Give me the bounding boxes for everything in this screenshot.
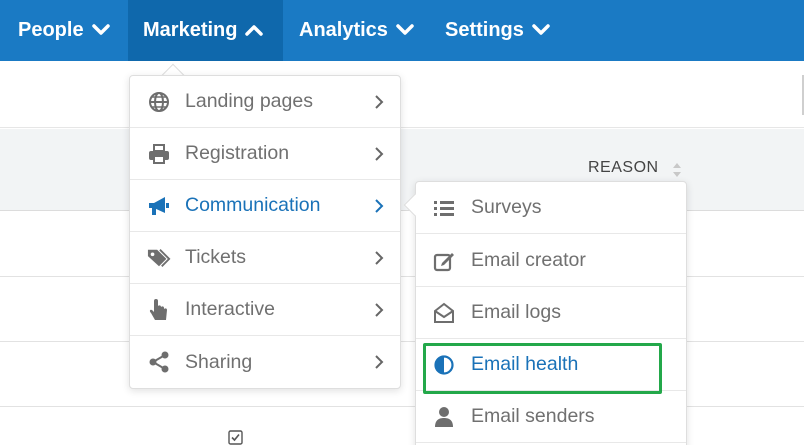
nav-settings[interactable]: Settings [429,0,566,61]
submenu-item-label: Email health [471,353,579,375]
edit-icon [432,249,456,273]
pointer-hand-icon [147,298,171,322]
globe-icon [147,90,171,114]
menu-item-communication[interactable]: Communication [130,180,400,232]
checkbox-checked-icon[interactable] [228,430,243,445]
chevron-right-icon [374,198,384,214]
menu-item-sharing[interactable]: Sharing [130,336,400,388]
nav-settings-label: Settings [445,19,524,41]
menu-item-interactive[interactable]: Interactive [130,284,400,336]
toolbar-strip [0,61,804,128]
chevron-up-icon [245,19,264,42]
submenu-item-label: Surveys [471,196,542,218]
menu-item-label: Sharing [185,350,253,373]
chevron-right-icon [374,354,384,370]
submenu-item-label: Email creator [471,249,586,271]
menu-item-landing-pages[interactable]: Landing pages [130,76,400,128]
top-nav: People Marketing Analytics Settings [0,0,804,61]
chevron-down-icon [91,19,110,42]
communication-submenu: Surveys Email creator Email logs Email h… [415,181,687,445]
submenu-item-email-creator[interactable]: Email creator [416,235,686,287]
nav-people-label: People [18,19,84,41]
chevron-down-icon [396,19,414,42]
user-icon [432,405,456,429]
nav-marketing[interactable]: Marketing [128,0,283,61]
menu-item-label: Interactive [185,298,275,320]
submenu-item-email-health[interactable]: Email health [416,339,686,391]
chevron-right-icon [374,94,384,110]
column-header-reason[interactable]: REASON [588,159,659,177]
menu-item-tickets[interactable]: Tickets [130,232,400,284]
share-icon [147,350,171,374]
open-envelope-icon [432,301,456,325]
menu-item-registration[interactable]: Registration [130,128,400,180]
submenu-item-surveys[interactable]: Surveys [416,182,686,234]
menu-item-label: Tickets [185,246,247,268]
menu-item-label: Communication [185,194,321,216]
printer-icon [147,142,171,166]
chevron-down-icon [532,19,550,42]
chevron-right-icon [374,146,384,162]
nav-people[interactable]: People [0,0,128,61]
chevron-right-icon [374,302,384,318]
nav-analytics-label: Analytics [299,19,388,41]
half-circle-icon [432,353,456,377]
submenu-item-label: Email senders [471,405,595,427]
menu-item-label: Registration [185,142,290,164]
submenu-item-label: Email logs [471,301,561,323]
submenu-item-email-logs[interactable]: Email logs [416,287,686,339]
nav-analytics[interactable]: Analytics [283,0,429,61]
sort-icon[interactable] [672,161,682,179]
list-icon [432,196,456,220]
submenu-item-email-senders[interactable]: Email senders [416,391,686,443]
marketing-dropdown: Landing pages Registration Communication… [129,75,401,389]
nav-marketing-label: Marketing [143,19,238,41]
menu-item-label: Landing pages [185,90,313,112]
megaphone-icon [147,194,171,218]
chevron-right-icon [374,250,384,266]
tags-icon [147,246,171,270]
